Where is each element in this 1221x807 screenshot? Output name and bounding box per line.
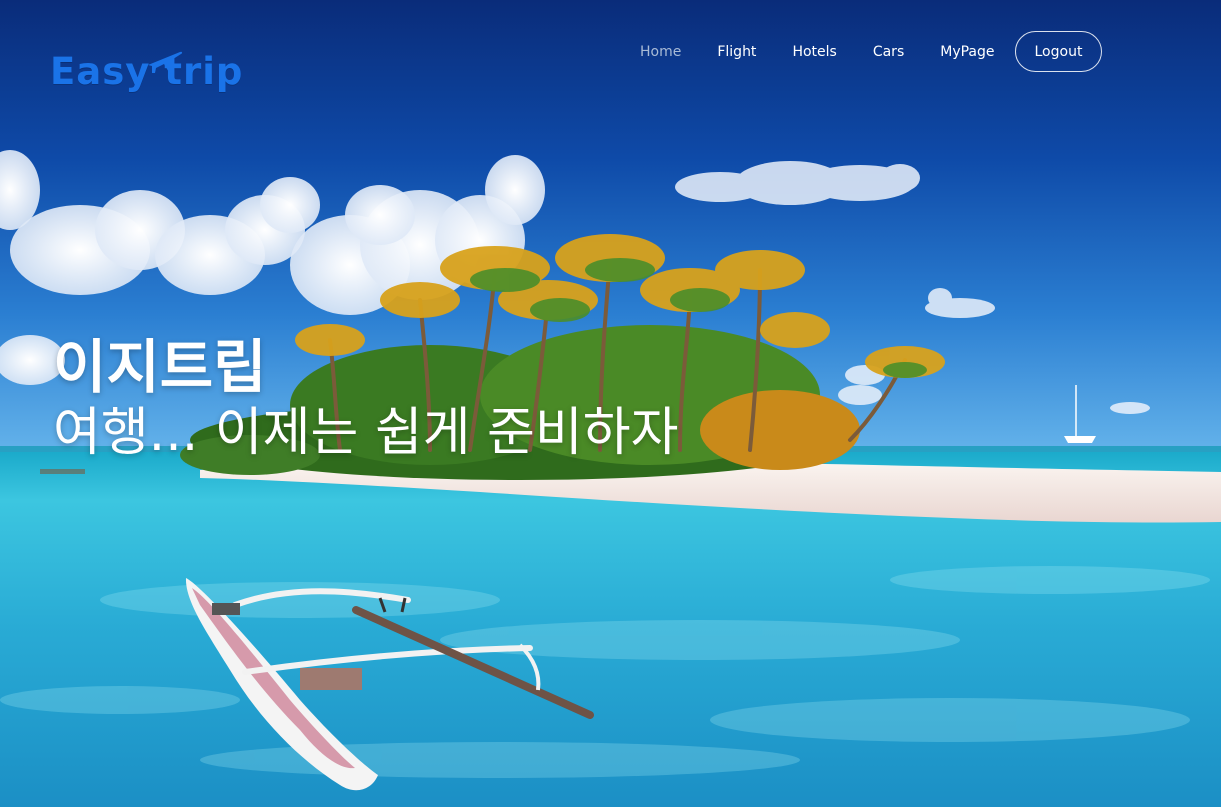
hero-section: 이지트립 여행... 이제는 쉽게 준비하자 xyxy=(53,334,678,464)
main-nav: Home Flight Hotels Cars MyPage Logout xyxy=(622,31,1103,72)
nav-link-mypage[interactable]: MyPage xyxy=(922,44,1012,60)
nav-link-cars[interactable]: Cars xyxy=(855,44,922,60)
logout-button[interactable]: Logout xyxy=(1014,31,1103,72)
brand-logo[interactable]: Easy trip xyxy=(50,46,245,100)
hero-title: 이지트립 xyxy=(53,333,267,401)
top-navbar: Easy trip Home Flight Hotels Cars MyPage… xyxy=(0,0,1221,110)
nav-link-flight[interactable]: Flight xyxy=(699,44,774,60)
hero-subtitle: 여행... 이제는 쉽게 준비하자 xyxy=(53,403,679,463)
airplane-icon xyxy=(148,51,183,74)
nav-link-home[interactable]: Home xyxy=(622,44,699,60)
nav-link-hotels[interactable]: Hotels xyxy=(774,44,854,60)
